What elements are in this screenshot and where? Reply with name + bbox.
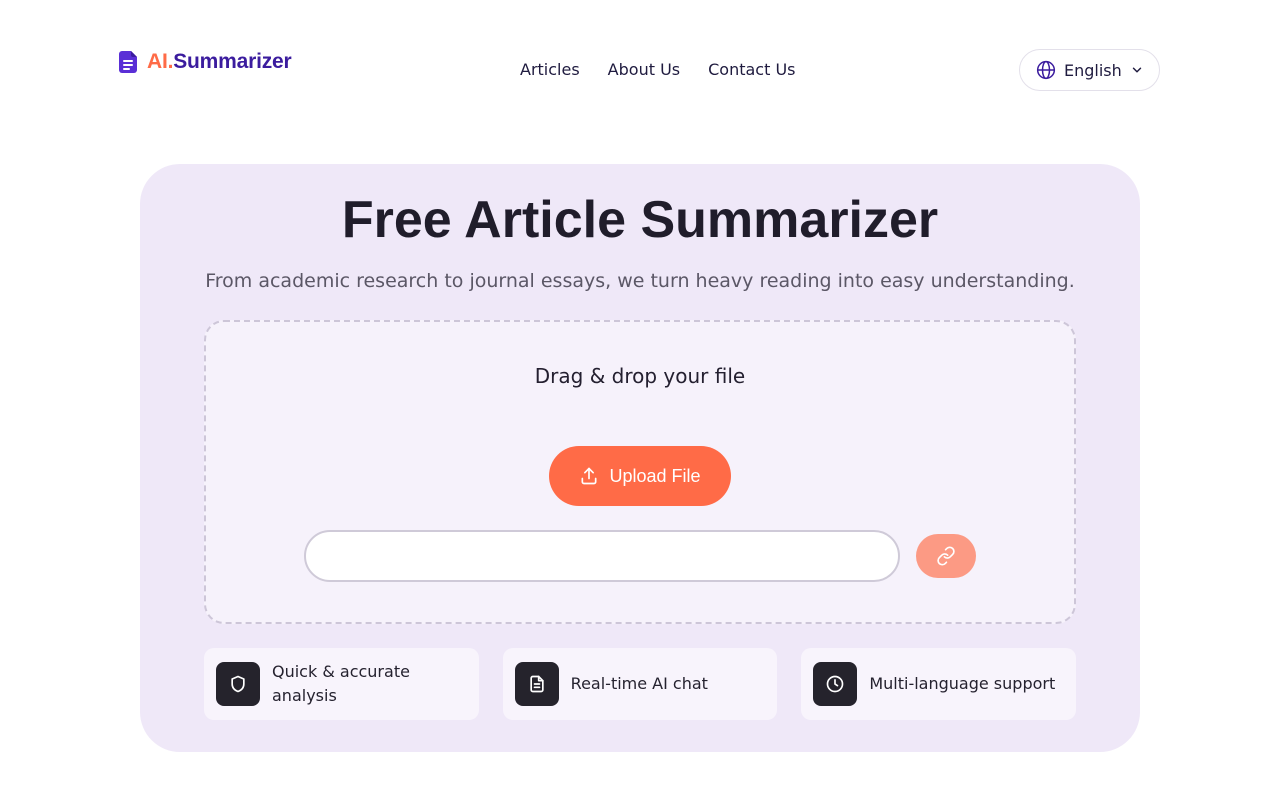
main-nav: Articles About Us Contact Us: [520, 59, 796, 81]
document-icon: [530, 675, 544, 693]
document-logo-icon: [119, 51, 137, 73]
link-icon: [937, 546, 955, 566]
upload-button-label: Upload File: [609, 465, 701, 486]
page-subtitle: From academic research to journal essays…: [205, 270, 1075, 292]
nav-link-about-us[interactable]: About Us: [608, 59, 680, 81]
feature-item-languages: Multi-language support: [801, 648, 1077, 720]
brand-prefix: AI.: [147, 50, 174, 73]
shield-icon: [231, 675, 245, 693]
brand-suffix: Summarizer: [173, 50, 292, 73]
feature-icon-tile: [813, 662, 858, 706]
brand-logo[interactable]: AI.Summarizer: [119, 50, 292, 74]
feature-label: Quick & accurate analysis: [272, 662, 410, 705]
submit-link-button[interactable]: [916, 534, 976, 578]
language-selector[interactable]: English: [1019, 49, 1160, 91]
nav-link-contact-us[interactable]: Contact Us: [708, 59, 795, 81]
language-label: English: [1064, 60, 1122, 80]
feature-icon-tile: [216, 662, 260, 706]
file-dropzone[interactable]: Drag & drop your file Upload File: [204, 320, 1076, 624]
feature-item-analysis: Quick & accurate analysis: [204, 648, 479, 720]
globe-icon: [1036, 60, 1056, 80]
page-title: Free Article Summarizer: [341, 191, 939, 249]
feature-label: Multi-language support: [869, 674, 1056, 693]
feature-list: Quick & accurate analysis Real-time AI c…: [204, 648, 1077, 720]
site-header: AI.Summarizer Articles About Us Contact …: [0, 0, 1280, 140]
clock-icon: [827, 675, 844, 693]
upload-file-button[interactable]: Upload File: [549, 446, 731, 506]
feature-icon-tile: [514, 662, 559, 706]
upload-icon: [581, 467, 597, 485]
chevron-down-icon: [1132, 67, 1142, 73]
feature-label: Real-time AI chat: [570, 674, 708, 693]
dropzone-label: Drag & drop your file: [534, 364, 746, 388]
feature-item-chat: Real-time AI chat: [502, 648, 778, 720]
url-input[interactable]: [304, 530, 900, 582]
nav-link-articles[interactable]: Articles: [520, 59, 580, 81]
hero-card: Free Article Summarizer From academic re…: [140, 164, 1140, 752]
brand-name: AI.Summarizer: [147, 50, 292, 74]
